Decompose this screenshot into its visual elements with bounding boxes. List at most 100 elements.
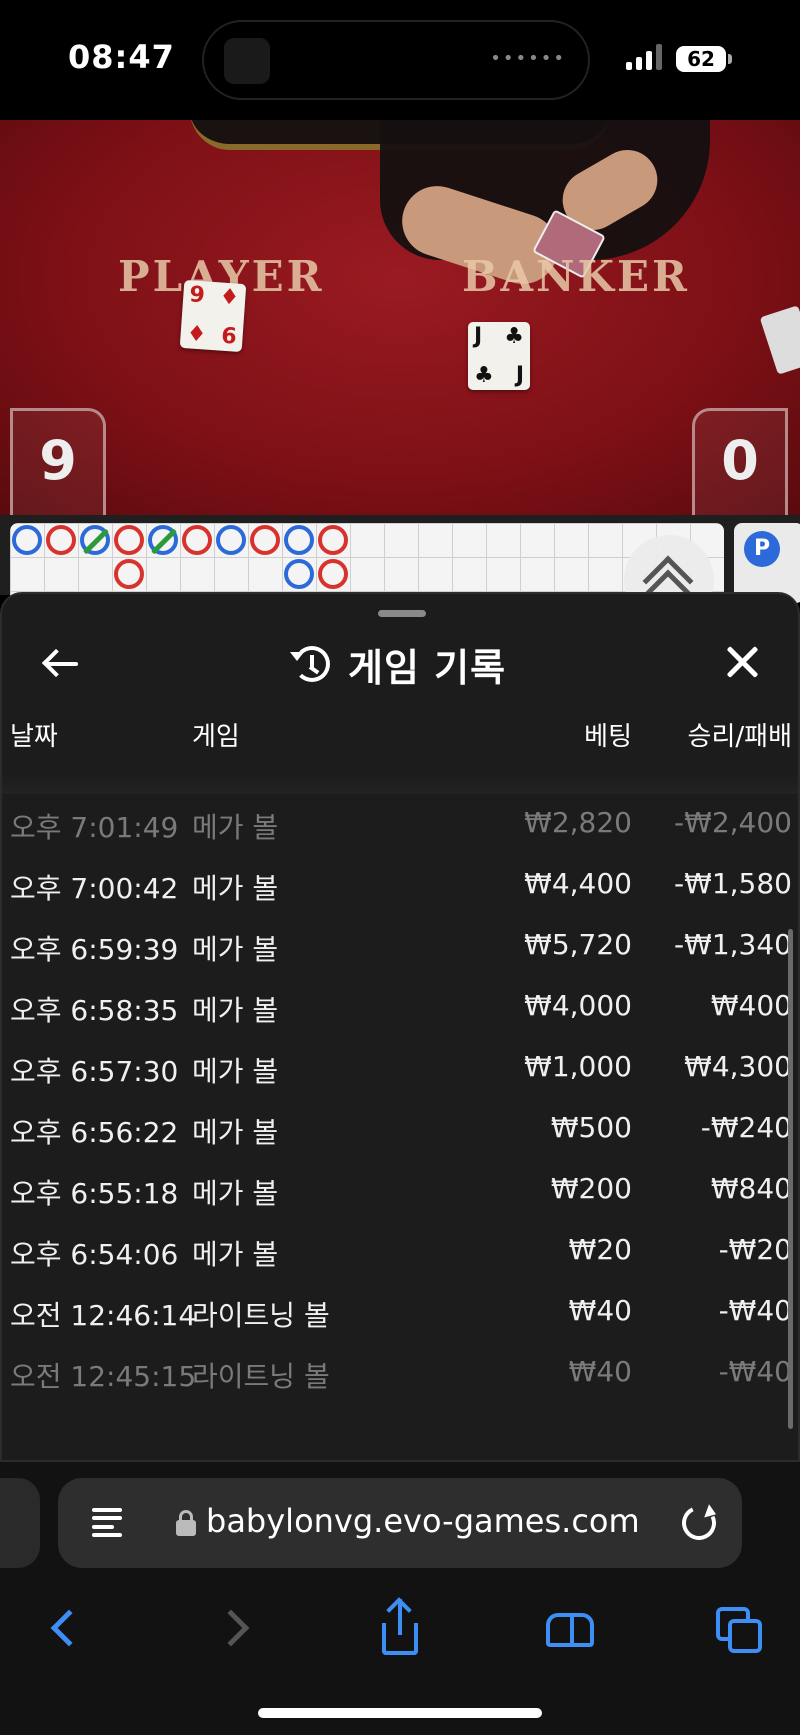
table-row[interactable]: 오전 12:45:15 라이트닝 볼 ₩40 -₩40 xyxy=(2,1341,798,1402)
share-button[interactable] xyxy=(370,1597,430,1659)
tie-mark xyxy=(150,528,178,555)
status-time: 08:47 xyxy=(68,38,175,76)
table-row[interactable]: 오후 6:56:22 메가 볼 ₩500 -₩240 xyxy=(2,1097,798,1158)
column-header-win-loss[interactable]: 승리/패배 xyxy=(688,716,792,753)
banker-score: 0 xyxy=(692,408,788,515)
table-row[interactable]: 오후 6:58:35 메가 볼 ₩4,000 ₩400 xyxy=(2,975,798,1036)
row-time: 오후 6:59:39 xyxy=(10,933,179,966)
tabs-button[interactable] xyxy=(710,1599,770,1659)
table-row[interactable]: 오후 6:57:30 메가 볼 ₩1,000 ₩4,300 xyxy=(2,1036,798,1097)
table-row[interactable]: 오후 6:54:06 메가 볼 ₩20 -₩20 xyxy=(2,1219,798,1280)
row-game: 라이트닝 볼 xyxy=(192,1299,330,1332)
bead-player xyxy=(46,525,76,555)
row-game: 메가 볼 xyxy=(192,811,279,844)
row-result: -₩1,340 xyxy=(674,928,792,961)
table-row[interactable]: 오후 6:55:18 메가 볼 ₩200 ₩840 xyxy=(2,1158,798,1219)
row-time: 오전 12:46:14 xyxy=(10,1299,197,1332)
row-result: ₩4,300 xyxy=(684,1050,792,1083)
bead-player xyxy=(114,559,144,589)
battery-cap xyxy=(728,54,732,64)
back-nav-button[interactable] xyxy=(34,1599,94,1659)
row-bet: ₩5,720 xyxy=(524,928,632,961)
history-icon xyxy=(290,644,332,684)
reload-icon[interactable] xyxy=(677,1501,721,1545)
card-rank: 9 xyxy=(188,282,206,309)
card-suit: ♣ xyxy=(504,324,524,349)
row-game: 메가 볼 xyxy=(192,1238,279,1271)
address-bar[interactable]: babylonvg.evo-games.com xyxy=(58,1478,742,1568)
player-score: 9 xyxy=(10,408,106,515)
row-result: -₩40 xyxy=(718,1355,792,1388)
url-text[interactable]: babylonvg.evo-games.com xyxy=(206,1502,640,1540)
row-time: 오후 6:57:30 xyxy=(10,1055,179,1088)
column-header-game[interactable]: 게임 xyxy=(192,716,240,753)
previous-tab-preview[interactable] xyxy=(0,1478,40,1568)
forward-nav-button[interactable] xyxy=(210,1599,270,1659)
row-time: 오후 6:56:22 xyxy=(10,1116,179,1149)
bookmarks-button[interactable] xyxy=(540,1599,600,1659)
reader-icon[interactable] xyxy=(92,1506,126,1538)
row-time: 오전 12:45:15 xyxy=(10,1360,197,1393)
card-suit: ♣ xyxy=(474,363,494,388)
row-game: 메가 볼 xyxy=(192,1055,279,1088)
row-bet: ₩40 xyxy=(568,1294,632,1327)
card-rank: J xyxy=(474,324,483,349)
row-game: 메가 볼 xyxy=(192,872,279,905)
banker-label: BANKER xyxy=(462,252,690,301)
bead-banker xyxy=(12,525,42,555)
home-indicator[interactable] xyxy=(258,1708,542,1718)
row-game: 라이트닝 볼 xyxy=(192,1360,330,1393)
row-game: 메가 볼 xyxy=(192,1177,279,1210)
row-bet: ₩200 xyxy=(550,1172,632,1205)
bead-player xyxy=(114,525,144,555)
dynamic-island: •••••• xyxy=(202,20,590,100)
scrollbar[interactable] xyxy=(788,929,793,1429)
table-row[interactable]: 오후 7:00:42 메가 볼 ₩4,400 -₩1,580 xyxy=(2,853,798,914)
row-result: -₩1,580 xyxy=(674,867,792,900)
bead-banker xyxy=(216,525,246,555)
row-result: ₩400 xyxy=(710,989,792,1022)
road-side-panel: P xyxy=(734,523,800,603)
edge-card xyxy=(759,305,800,375)
player-badge: P xyxy=(744,531,780,567)
row-game: 메가 볼 xyxy=(192,994,279,1027)
row-result: -₩2,400 xyxy=(674,806,792,839)
game-history-sheet: 게임 기록 날짜 게임 베팅 승리/패배 오후 7:01:49 메가 볼 ₩2,… xyxy=(0,592,800,1462)
camera-icon xyxy=(224,38,270,84)
row-bet: ₩4,000 xyxy=(524,989,632,1022)
bead-banker xyxy=(284,525,314,555)
row-bet: ₩500 xyxy=(550,1111,632,1144)
banker-card: J ♣ ♣ J xyxy=(468,322,530,390)
column-header-bet[interactable]: 베팅 xyxy=(584,716,632,753)
sheet-grabber[interactable] xyxy=(378,610,426,617)
table-row[interactable]: 오전 12:46:14 라이트닝 볼 ₩40 -₩40 xyxy=(2,1280,798,1341)
row-game: 메가 볼 xyxy=(192,1116,279,1149)
row-time: 오후 6:58:35 xyxy=(10,994,179,1027)
back-button[interactable] xyxy=(40,642,84,686)
row-bet: ₩20 xyxy=(568,1233,632,1266)
table-row[interactable]: 오후 6:59:39 메가 볼 ₩5,720 -₩1,340 xyxy=(2,914,798,975)
row-bet: ₩2,820 xyxy=(524,806,632,839)
row-time: 오후 6:54:06 xyxy=(10,1238,179,1271)
back-arrow-icon xyxy=(41,648,71,678)
browser-address-area: babylonvg.evo-games.com xyxy=(0,1462,800,1577)
card-suit: ♦ xyxy=(218,284,241,311)
header-divider xyxy=(2,772,798,794)
browser-toolbar xyxy=(0,1577,800,1735)
sheet-header: 게임 기록 xyxy=(290,634,506,694)
bead-banker xyxy=(80,525,110,555)
bead-player xyxy=(318,559,348,589)
lock-icon xyxy=(176,1510,196,1536)
bead-player xyxy=(318,525,348,555)
table-row[interactable]: 오후 7:01:49 메가 볼 ₩2,820 -₩2,400 xyxy=(2,792,798,853)
card-rank: 6 xyxy=(220,323,238,350)
history-list: 오후 7:01:49 메가 볼 ₩2,820 -₩2,400 오후 7:00:4… xyxy=(2,792,798,1402)
row-time: 오후 7:01:49 xyxy=(10,811,179,844)
tie-mark xyxy=(82,528,110,555)
close-button[interactable] xyxy=(720,640,764,684)
column-header-date[interactable]: 날짜 xyxy=(10,716,58,753)
bead-banker xyxy=(284,559,314,589)
chevron-right-icon xyxy=(212,1609,250,1647)
game-video[interactable]: PLAYER BANKER 9 ♦ ♦ 6 J ♣ ♣ J 9 0 xyxy=(0,120,800,515)
player-card: 9 ♦ ♦ 6 xyxy=(179,279,247,353)
